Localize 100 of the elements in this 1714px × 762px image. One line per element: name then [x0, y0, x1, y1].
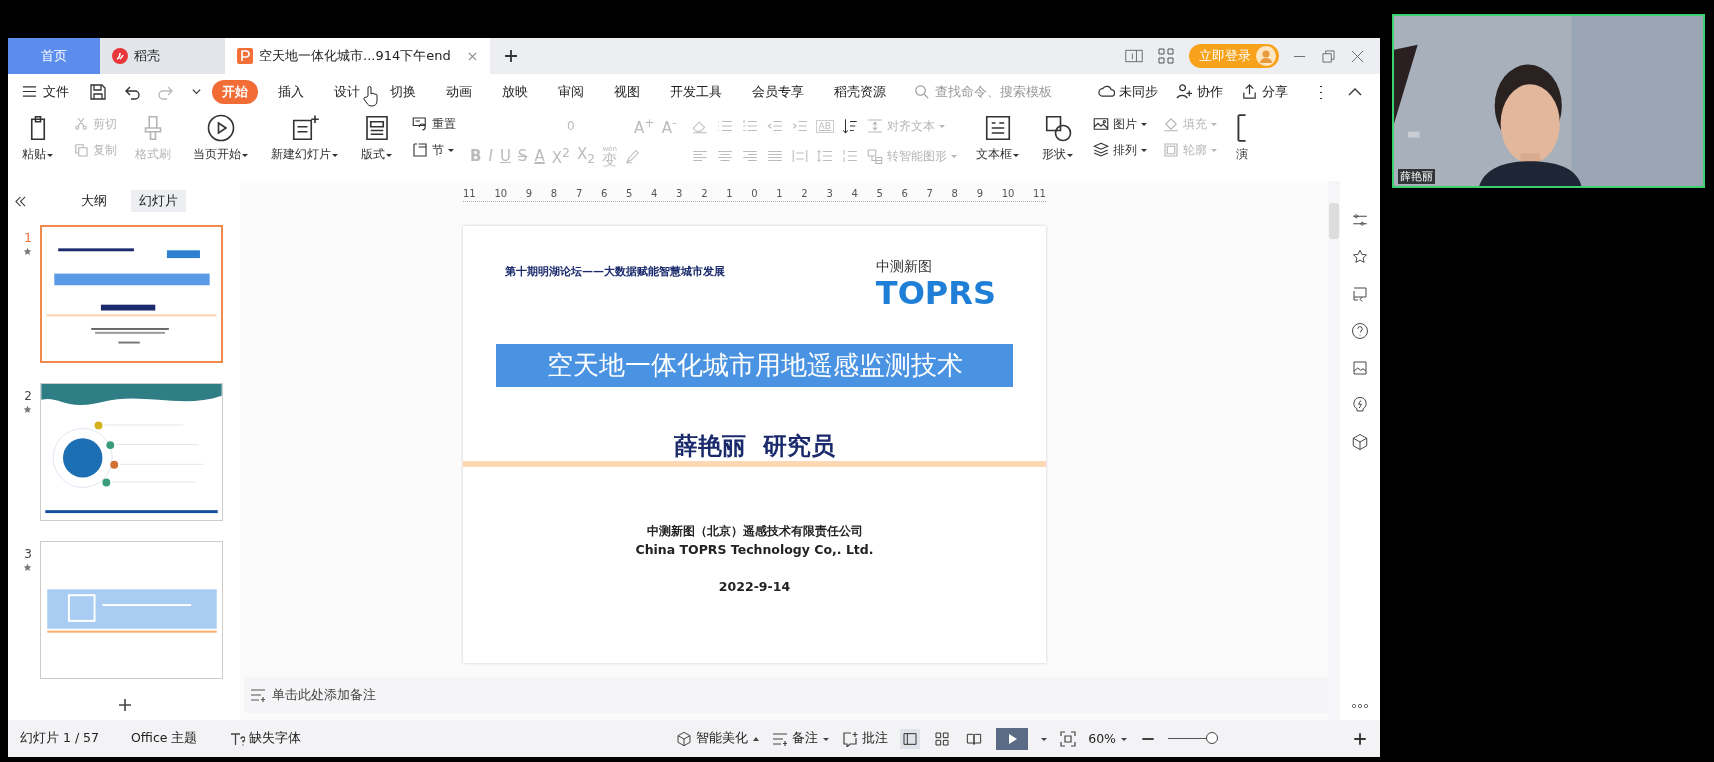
- slide-number: 3: [24, 547, 32, 561]
- ribbon-button[interactable]: 排列: [1091, 141, 1148, 159]
- comments-button[interactable]: 批注: [842, 730, 889, 747]
- diagram-icon: [865, 147, 884, 165]
- slide-thumbnail[interactable]: [40, 541, 223, 679]
- ribbon-tab[interactable]: 开发工具: [660, 79, 732, 104]
- missing-fonts-button[interactable]: 缺失字体: [229, 730, 302, 747]
- ribbon-tab[interactable]: 动画: [436, 79, 482, 104]
- new-slide-icon: [290, 113, 320, 143]
- play-icon: [206, 113, 236, 143]
- ribbon-tab[interactable]: 插入: [268, 79, 314, 104]
- search-field[interactable]: 查找命令、搜索模板: [914, 83, 1084, 100]
- notes-button[interactable]: 备注: [772, 730, 831, 747]
- slide-header: 第十期明湖论坛——大数据赋能智慧城市发展: [505, 264, 725, 279]
- star-icon: [23, 563, 32, 572]
- ribbon-button[interactable]: 粘贴: [18, 111, 58, 165]
- ribbon-tab[interactable]: 放映: [492, 79, 538, 104]
- slide-counter: 幻灯片 1 / 57: [20, 730, 99, 747]
- collapse-panel-icon[interactable]: [14, 195, 27, 207]
- ribbon-button[interactable]: 当页开始: [189, 111, 253, 165]
- slide-thumbnail[interactable]: [40, 225, 223, 363]
- copy-icon: [72, 141, 90, 159]
- close-icon[interactable]: [467, 50, 478, 62]
- ribbon-tab[interactable]: 切换: [380, 79, 426, 104]
- add-slide-icon[interactable]: [118, 698, 132, 712]
- avatar-icon: [1256, 46, 1276, 66]
- slide-number: 2: [24, 389, 32, 403]
- slide-number: 1: [24, 231, 32, 245]
- ribbon-button[interactable]: 节: [411, 141, 456, 159]
- chevron-down-icon[interactable]: [191, 86, 202, 97]
- ribbon-button[interactable]: 版式: [357, 111, 397, 165]
- hand-cursor-icon: [363, 85, 379, 107]
- more-icon[interactable]: [1351, 702, 1369, 710]
- ribbon-button[interactable]: 演: [1231, 111, 1252, 165]
- file-menu[interactable]: 文件: [22, 82, 69, 101]
- ribbon-tab[interactable]: 视图: [604, 79, 650, 104]
- app-tab[interactable]: 空天地一体化城市...914下午end: [225, 38, 490, 74]
- notes-field[interactable]: 单击此处添加备注: [244, 677, 1328, 713]
- align-icon: [865, 117, 884, 135]
- star-icon[interactable]: [1351, 248, 1369, 266]
- reset-icon: [411, 115, 429, 133]
- play-icon: [1006, 732, 1019, 745]
- slide-title: 空天地一体化城市用地遥感监测技术: [496, 344, 1013, 387]
- close-icon[interactable]: [1351, 49, 1364, 63]
- ribbon-button[interactable]: 图片: [1091, 115, 1148, 133]
- slideshow-button[interactable]: [996, 727, 1029, 750]
- notes-icon: [772, 730, 789, 747]
- star-icon: [23, 247, 32, 256]
- app-tab[interactable]: 稻壳: [100, 38, 225, 74]
- scrollbar[interactable]: [1328, 181, 1340, 720]
- sliders-icon[interactable]: [1351, 211, 1369, 229]
- apps-grid-icon[interactable]: [1157, 48, 1175, 64]
- ribbon-tab[interactable]: 审阅: [548, 79, 594, 104]
- screen-swap-icon[interactable]: [1351, 285, 1369, 303]
- view-button[interactable]: [900, 728, 921, 749]
- star-icon: [23, 405, 32, 414]
- new-tab-icon[interactable]: [504, 49, 518, 63]
- normal-view-icon: [902, 730, 919, 747]
- docer-logo-icon: [112, 48, 128, 64]
- toolbar-action[interactable]: 协作: [1176, 82, 1223, 101]
- toolbar-action[interactable]: 分享: [1241, 82, 1288, 101]
- fit-window-icon[interactable]: [1060, 730, 1077, 747]
- zoom-level[interactable]: 60%: [1088, 731, 1128, 746]
- lightning-icon[interactable]: [1351, 396, 1369, 414]
- caret-icon: [949, 152, 958, 160]
- panel-tab[interactable]: 幻灯片: [131, 190, 186, 212]
- help-icon[interactable]: [1351, 322, 1369, 340]
- zoom-in-icon[interactable]: [1352, 730, 1368, 747]
- share-icon: [1241, 83, 1258, 100]
- add-user-icon: [1176, 83, 1193, 100]
- picture-frame-icon[interactable]: [1351, 359, 1369, 377]
- ruler: 11 10 9 8 7 6 5 4 3 2 1 0 1 2 3 4 5 6 7 8 9 10 11: [463, 187, 1046, 202]
- comment-icon: [842, 730, 859, 747]
- zoom-slider-thumb[interactable]: [1205, 732, 1218, 744]
- ribbon-tab[interactable]: 会员专享: [742, 79, 814, 104]
- ribbon-button[interactable]: 重置: [411, 115, 456, 133]
- ribbon-button[interactable]: 新建幻灯片: [267, 111, 343, 165]
- cloud-icon: [1098, 83, 1115, 100]
- save-icon[interactable]: [89, 82, 107, 101]
- ribbon-tab[interactable]: 稻壳资源: [824, 79, 896, 104]
- logo-wordmark: TOPRS: [875, 276, 996, 310]
- fill-icon: [1161, 115, 1180, 133]
- image-icon: [1091, 115, 1110, 133]
- cube-icon[interactable]: [1351, 433, 1369, 451]
- company-name: 中测新图（北京）遥感技术有限责任公司: [646, 523, 863, 540]
- participant-name: 薛艳丽: [1398, 169, 1435, 184]
- caret-icon: [937, 122, 946, 130]
- layers-icon: [1091, 141, 1110, 159]
- sort-icon[interactable]: [840, 117, 859, 135]
- ribbon-button[interactable]: 文本框: [971, 111, 1024, 165]
- toolbar-action[interactable]: 未同步: [1098, 82, 1158, 101]
- panel-tab[interactable]: 大纲: [73, 190, 115, 212]
- search-icon: [914, 84, 929, 99]
- scissors-icon: [72, 115, 90, 133]
- notes-icon: [250, 687, 266, 703]
- reading-mode-icon[interactable]: [1125, 48, 1143, 64]
- restore-icon[interactable]: [1322, 49, 1335, 63]
- slide-thumbnail[interactable]: [40, 383, 223, 521]
- ribbon-button[interactable]: 形状: [1037, 111, 1078, 165]
- beautify-button[interactable]: 智能美化: [676, 730, 761, 747]
